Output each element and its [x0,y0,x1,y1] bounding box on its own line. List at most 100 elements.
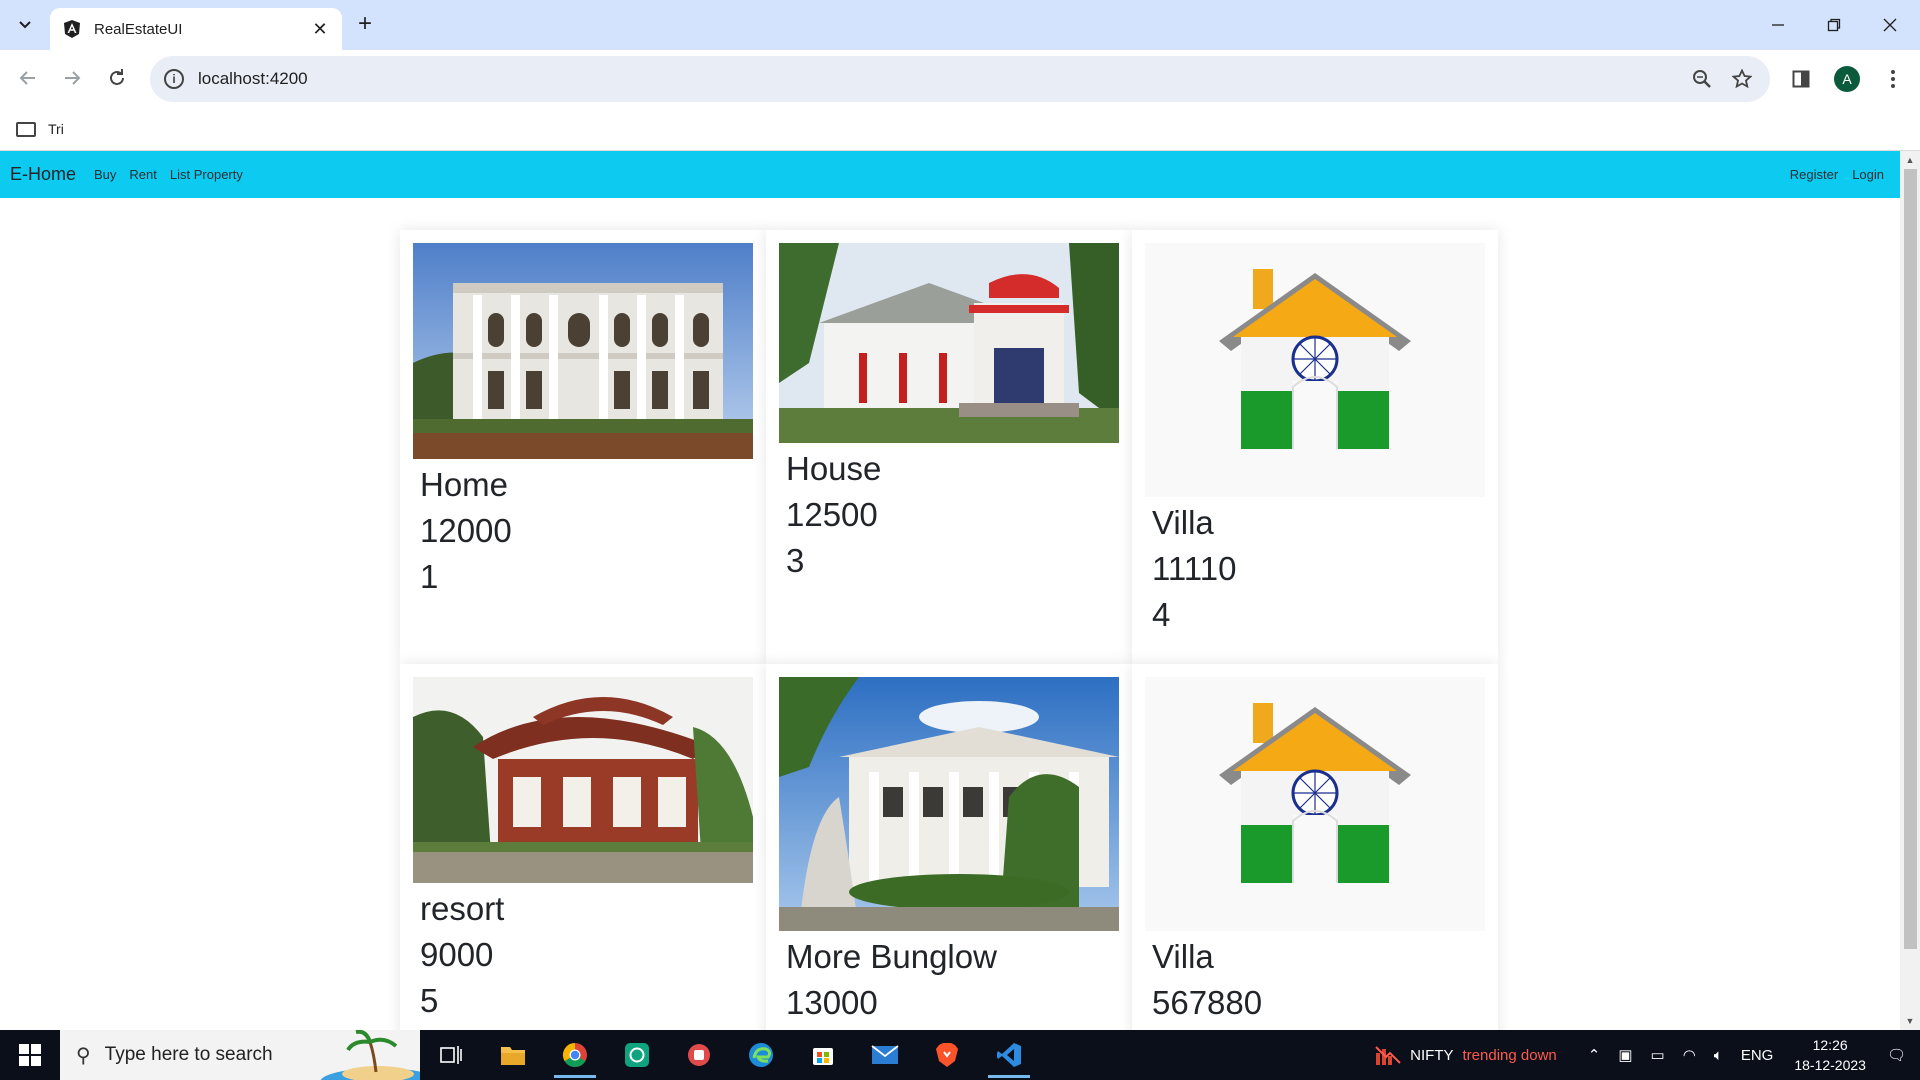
property-card[interactable]: More Bunglow 13000 [766,664,1133,1030]
edge-icon [749,1043,773,1067]
nav-link-buy[interactable]: Buy [94,167,116,182]
site-info-icon[interactable]: i [164,69,184,89]
property-name: More Bunglow [786,938,997,975]
battery-icon[interactable]: ▭ [1651,1046,1665,1064]
reload-button[interactable] [101,62,133,94]
red-white-house-photo [779,243,1119,443]
task-view-icon [440,1046,462,1064]
property-card-body: Villa 567880 [1152,934,1262,1026]
side-panel-button[interactable] [1784,62,1818,96]
address-bar[interactable]: i localhost:4200 [150,56,1770,102]
folder-icon [501,1047,525,1065]
wifi-icon[interactable]: ◠ [1683,1046,1696,1064]
property-card[interactable]: Villa 567880 [1132,664,1498,1030]
close-window-button[interactable] [1862,0,1918,50]
new-tab-button[interactable]: + [352,12,378,38]
property-card-body: resort 9000 5 [420,886,504,1024]
property-card[interactable]: House 12500 3 [766,230,1133,664]
close-icon [1883,18,1897,32]
browser-menu-button[interactable] [1876,62,1910,96]
start-button[interactable] [0,1030,60,1080]
forward-button[interactable] [56,62,88,94]
page-scrollbar[interactable]: ▲ ▼ [1900,151,1920,1030]
property-card-body: Villa 11110 4 [1152,500,1236,638]
scroll-down-icon[interactable]: ▼ [1900,1012,1920,1030]
taskbar-mail[interactable] [854,1030,916,1080]
india-flag-house-icon [1145,243,1485,497]
brand-link[interactable]: E-Home [10,164,76,185]
property-price: 13000 [786,984,878,1021]
tab-close-icon[interactable]: ✕ [310,19,330,40]
taskbar-chatgpt[interactable] [606,1030,668,1080]
clock[interactable]: 12:26 18-12-2023 [1794,1035,1866,1075]
kebab-menu-icon [1891,70,1895,88]
taskbar-search-box[interactable]: ⚲ Type here to search [60,1030,420,1080]
nav-link-rent[interactable]: Rent [129,167,156,182]
clock-time: 12:26 [1812,1037,1848,1053]
news-ticker[interactable]: NIFTY [1410,1047,1453,1064]
folder-icon [16,121,36,137]
property-card[interactable]: resort 9000 5 [400,664,767,1030]
property-card[interactable]: Home 12000 1 [400,230,767,664]
angular-icon [64,20,80,38]
property-name: Home [420,466,509,503]
scroll-up-icon[interactable]: ▲ [1900,151,1920,169]
chatgpt-icon [625,1043,649,1067]
property-name: resort [420,890,505,927]
search-icon: ⚲ [76,1044,91,1067]
taskbar-brave[interactable] [916,1030,978,1080]
taskbar-store[interactable] [792,1030,854,1080]
arrow-right-icon [65,71,81,85]
palace-bunglow-photo [779,677,1119,931]
taskbar-file-explorer[interactable] [482,1030,544,1080]
property-price: 12500 [786,496,878,533]
windows-taskbar: ⚲ Type here to search NIFTY trending dow… [0,1030,1920,1080]
clock-date: 18-12-2023 [1794,1057,1866,1073]
browser-tab[interactable]: RealEstateUI ✕ [50,8,342,50]
nav-link-register[interactable]: Register [1790,167,1838,182]
meet-now-icon[interactable]: ▣ [1618,1046,1632,1064]
reload-icon [110,69,124,85]
taskbar-vscode[interactable] [978,1030,1040,1080]
scrollbar-thumb[interactable] [1904,169,1917,949]
property-name: Villa [1152,504,1214,541]
chevron-up-icon[interactable]: ⌃ [1588,1046,1601,1064]
property-card-body: House 12500 3 [786,446,881,584]
chrome-icon [562,1043,587,1068]
volume-icon[interactable]: 🔈︎ [1714,1047,1723,1064]
property-card-body: More Bunglow 13000 [786,934,997,1026]
nav-link-list-property[interactable]: List Property [170,167,243,182]
property-name: House [786,450,882,487]
taskbar-chrome[interactable] [544,1030,606,1080]
property-card[interactable]: Villa 11110 4 [1132,230,1498,664]
fist-app-icon [688,1044,710,1066]
property-price: 11110 [1152,550,1237,587]
property-price: 9000 [420,936,494,973]
bookmark-folder-label[interactable]: Tri [48,121,64,137]
property-id: 5 [420,982,439,1019]
taskbar-app-fist[interactable] [668,1030,730,1080]
profile-avatar[interactable]: A [1834,66,1860,92]
language-indicator[interactable]: ENG [1741,1047,1774,1064]
side-panel-icon [1792,70,1810,88]
india-flag-house-icon [1145,677,1485,931]
search-placeholder: Type here to search [104,1044,273,1065]
nav-link-login[interactable]: Login [1852,167,1884,182]
property-id: 1 [420,558,439,595]
bookmark-star-icon[interactable] [1722,59,1762,99]
restore-button[interactable] [1806,0,1862,50]
notification-icon[interactable]: 🗨︎ [1887,1046,1906,1064]
back-button[interactable] [12,62,44,94]
zoom-icon[interactable] [1682,59,1722,99]
tab-search-button[interactable] [10,10,40,40]
minimize-button[interactable] [1750,0,1806,50]
restore-icon [1827,18,1841,32]
property-id: 3 [786,542,805,579]
pagoda-resort-photo [413,677,753,883]
url-text[interactable]: localhost:4200 [198,69,1682,89]
news-status[interactable]: trending down [1463,1047,1557,1064]
taskbar-edge[interactable] [730,1030,792,1080]
task-view-button[interactable] [420,1030,482,1080]
arrow-left-icon [19,71,35,85]
minimize-icon [1772,24,1784,26]
